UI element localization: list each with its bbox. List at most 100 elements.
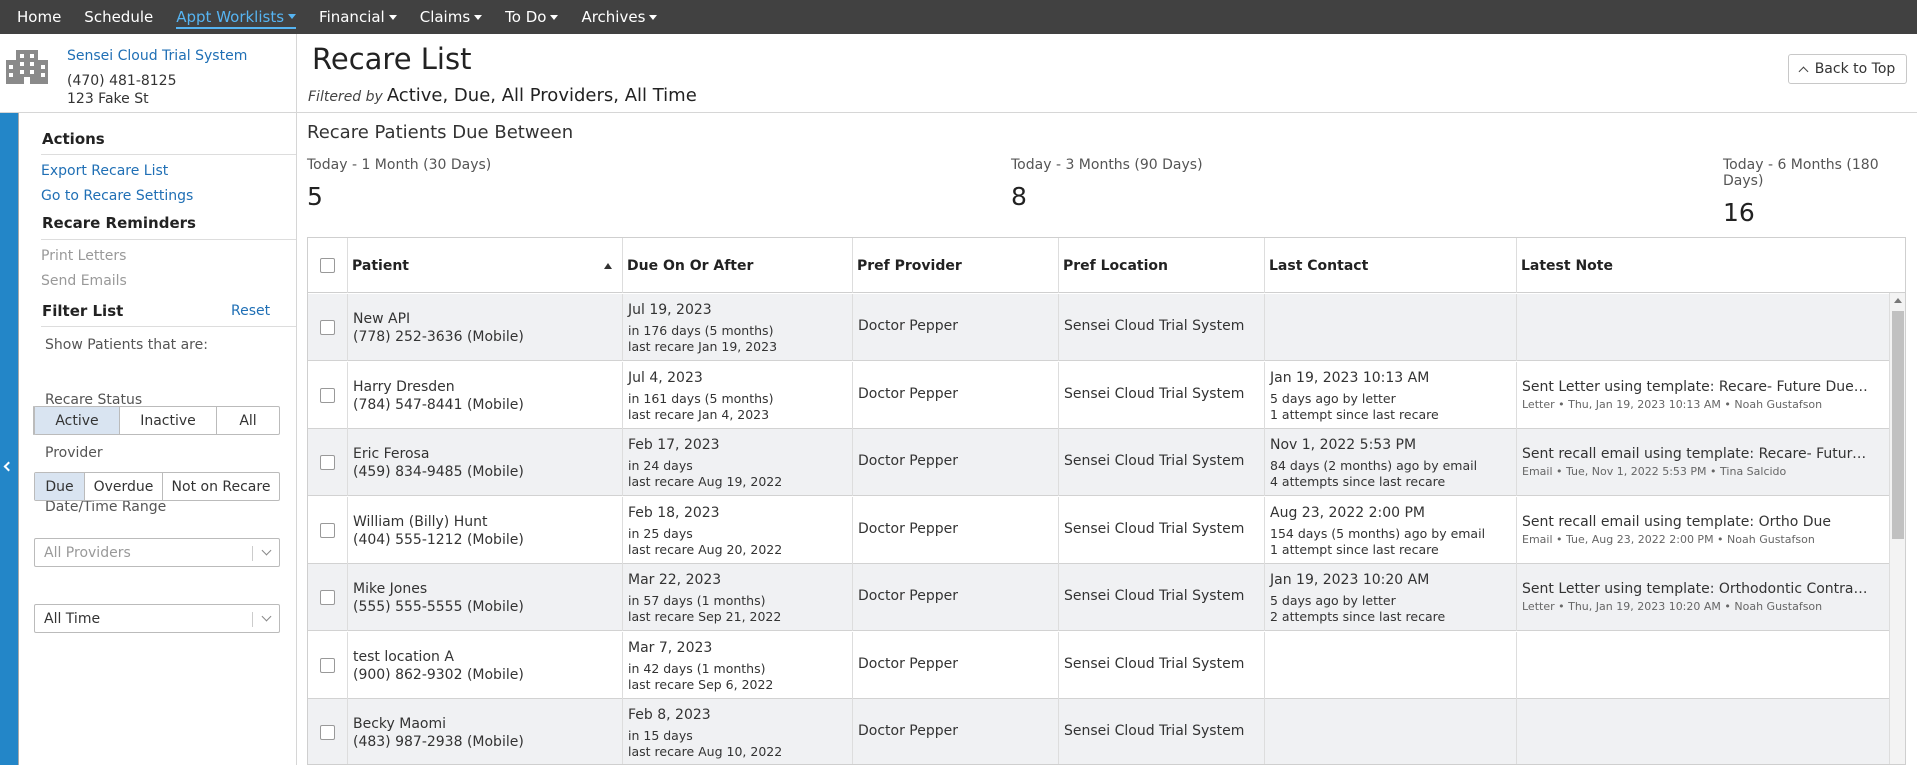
- row-checkbox[interactable]: [320, 455, 335, 470]
- select-all-cell: [308, 238, 348, 293]
- nav-financial[interactable]: Financial: [319, 8, 397, 26]
- latest-note-meta: Letter • Thu, Jan 19, 2023 10:13 AM • No…: [1522, 397, 1823, 411]
- nav-home[interactable]: Home: [17, 8, 61, 26]
- provider-cell: Doctor Pepper: [853, 564, 1059, 631]
- nav-todo[interactable]: To Do: [505, 8, 559, 26]
- table-row[interactable]: Mike Jones (555) 555-5555 (Mobile) Mar 2…: [308, 564, 1891, 631]
- patient-name[interactable]: William (Billy) Hunt: [353, 514, 487, 530]
- contact-attempts: 2 attempts since last recare: [1270, 609, 1446, 624]
- header-provider[interactable]: Pref Provider: [853, 238, 1059, 293]
- row-checkbox[interactable]: [320, 725, 335, 740]
- pref-location: Sensei Cloud Trial System: [1064, 520, 1245, 537]
- office-name-link[interactable]: Sensei Cloud Trial System: [67, 48, 247, 64]
- last-contact-cell: Jan 19, 2023 10:20 AM 5 days ago by lett…: [1265, 564, 1517, 631]
- due-date: Feb 8, 2023: [628, 707, 711, 723]
- table-row[interactable]: Becky Maomi (483) 987-2938 (Mobile) Feb …: [308, 699, 1891, 764]
- divider: [41, 154, 296, 155]
- patient-name[interactable]: test location A: [353, 649, 454, 665]
- location-cell: Sensei Cloud Trial System: [1059, 429, 1265, 496]
- patient-cell[interactable]: William (Billy) Hunt (404) 555-1212 (Mob…: [348, 496, 623, 564]
- recare-option-due[interactable]: Due: [35, 473, 85, 500]
- select-all-checkbox[interactable]: [320, 258, 335, 273]
- nav-appt-worklists[interactable]: Appt Worklists: [176, 7, 297, 29]
- stat-range: Today - 6 Months (180 Days): [1723, 157, 1879, 189]
- reset-filters-link[interactable]: Reset: [231, 303, 270, 319]
- patient-name[interactable]: Eric Ferosa: [353, 446, 429, 462]
- patient-name[interactable]: Harry Dresden: [353, 379, 455, 395]
- row-checkbox[interactable]: [320, 522, 335, 538]
- latest-note-meta: Letter • Thu, Jan 19, 2023 10:20 AM • No…: [1522, 600, 1823, 613]
- table-row[interactable]: William (Billy) Hunt (404) 555-1212 (Mob…: [308, 496, 1891, 564]
- chevron-left-icon: [3, 461, 14, 472]
- date-range-label: Date/Time Range: [45, 499, 167, 515]
- table-row[interactable]: New API (778) 252-3636 (Mobile) Jul 19, …: [308, 294, 1891, 361]
- table-scrollbar[interactable]: [1889, 293, 1905, 764]
- export-recare-list-link[interactable]: Export Recare List: [41, 163, 168, 179]
- provider-cell: Doctor Pepper: [853, 496, 1059, 564]
- patient-name[interactable]: Becky Maomi: [353, 716, 446, 732]
- provider-select[interactable]: All Providers: [34, 538, 280, 567]
- stat-30-days: Today - 1 Month (30 Days) 5: [307, 157, 491, 211]
- recare-option-overdue[interactable]: Overdue: [85, 473, 163, 500]
- table-row[interactable]: test location A (900) 862-9302 (Mobile) …: [308, 631, 1891, 699]
- scroll-up-icon[interactable]: [1894, 298, 1902, 303]
- last-contact-cell: Jan 19, 2023 10:13 AM 5 days ago by lett…: [1265, 361, 1517, 429]
- row-checkbox[interactable]: [320, 657, 335, 673]
- due-in: in 161 days (5 months): [628, 390, 774, 406]
- page-title: Recare List: [312, 42, 472, 76]
- pref-provider: Doctor Pepper: [858, 453, 959, 469]
- patient-cell[interactable]: Eric Ferosa (459) 834-9485 (Mobile): [348, 429, 623, 496]
- print-letters-link[interactable]: Print Letters: [41, 248, 126, 264]
- last-contact-date: Jan 19, 2023 10:13 AM: [1270, 369, 1430, 386]
- patient-cell[interactable]: New API (778) 252-3636 (Mobile): [348, 294, 623, 361]
- table-row[interactable]: Harry Dresden (784) 547-8441 (Mobile) Ju…: [308, 361, 1891, 429]
- back-to-top-label: Back to Top: [1814, 61, 1896, 77]
- pref-provider: Doctor Pepper: [858, 588, 959, 604]
- location-cell: Sensei Cloud Trial System: [1059, 361, 1265, 429]
- row-checkbox[interactable]: [320, 387, 335, 403]
- last-recare: last recare Aug 20, 2022: [628, 541, 783, 557]
- row-checkbox[interactable]: [320, 590, 335, 605]
- status-option-all[interactable]: All: [217, 407, 279, 434]
- table-row[interactable]: Eric Ferosa (459) 834-9485 (Mobile) Feb …: [308, 429, 1891, 496]
- header-patient[interactable]: Patient: [348, 238, 623, 293]
- patient-name[interactable]: New API: [353, 311, 410, 327]
- location-cell: Sensei Cloud Trial System: [1059, 631, 1265, 699]
- patient-name[interactable]: Mike Jones: [353, 581, 427, 597]
- nav-appt-worklists-label: Appt Worklists: [176, 7, 285, 26]
- nav-archives[interactable]: Archives: [581, 8, 658, 26]
- recare-settings-link[interactable]: Go to Recare Settings: [41, 188, 193, 204]
- row-checkbox[interactable]: [320, 320, 335, 335]
- nav-todo-label: To Do: [505, 8, 547, 26]
- header-due[interactable]: Due On Or After: [623, 238, 853, 293]
- chevron-up-icon: [1798, 66, 1809, 76]
- nav-financial-label: Financial: [319, 8, 385, 26]
- last-contact-ago: 5 days ago by letter: [1270, 593, 1396, 608]
- back-to-top-button[interactable]: Back to Top: [1788, 54, 1907, 84]
- header-location[interactable]: Pref Location: [1059, 238, 1265, 293]
- date-range-select[interactable]: All Time: [34, 604, 280, 633]
- recare-option-not-on-recare[interactable]: Not on Recare: [163, 473, 279, 500]
- send-emails-link[interactable]: Send Emails: [41, 273, 127, 289]
- actions-title: Actions: [42, 130, 105, 148]
- status-option-active[interactable]: Active: [35, 407, 120, 434]
- row-select-cell: [308, 564, 348, 631]
- divider: [41, 326, 296, 327]
- filtered-by-value: Active, Due, All Providers, All Time: [386, 85, 697, 106]
- status-option-inactive[interactable]: Inactive: [120, 407, 217, 434]
- header-latest-note[interactable]: Latest Note: [1517, 238, 1905, 293]
- scrollbar-thumb[interactable]: [1892, 311, 1904, 539]
- stat-180-days: Today - 6 Months (180 Days) 16: [1723, 157, 1917, 227]
- row-select-cell: [308, 361, 348, 429]
- nav-claims[interactable]: Claims: [420, 8, 483, 26]
- patient-cell[interactable]: Harry Dresden (784) 547-8441 (Mobile): [348, 361, 623, 429]
- patient-cell[interactable]: Becky Maomi (483) 987-2938 (Mobile): [348, 699, 623, 764]
- patient-cell[interactable]: Mike Jones (555) 555-5555 (Mobile): [348, 564, 623, 631]
- sidebar-collapse-toggle[interactable]: [0, 113, 19, 765]
- nav-schedule[interactable]: Schedule: [84, 8, 153, 26]
- last-contact-ago: 5 days ago by letter: [1270, 390, 1396, 406]
- due-cell: Mar 7, 2023 in 42 days (1 months) last r…: [623, 631, 853, 699]
- recare-reminders-title: Recare Reminders: [42, 214, 196, 232]
- header-last-contact[interactable]: Last Contact: [1265, 238, 1517, 293]
- patient-cell[interactable]: test location A (900) 862-9302 (Mobile): [348, 631, 623, 699]
